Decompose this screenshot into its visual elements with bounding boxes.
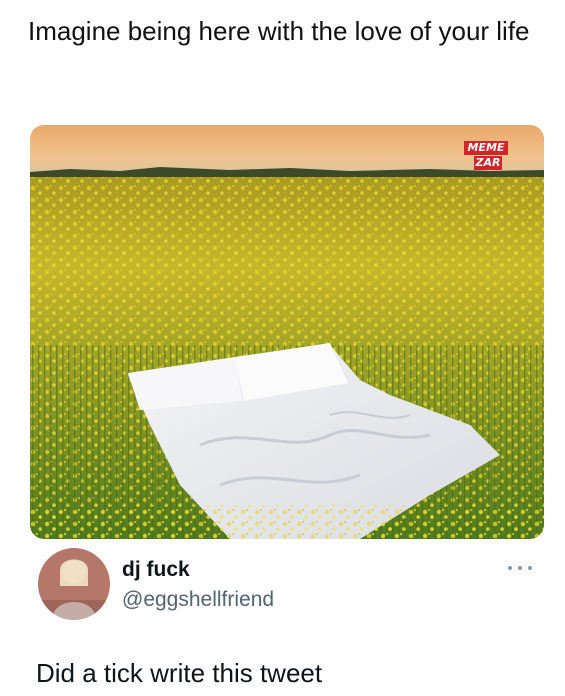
more-dots-icon[interactable] [508, 564, 532, 572]
user-handle[interactable]: @eggshellfriend [122, 588, 274, 612]
avatar-image [38, 548, 110, 620]
avatar[interactable] [38, 548, 110, 620]
watermark-line1: MEME [464, 141, 508, 155]
post-image[interactable]: MEME ZAR [30, 125, 544, 539]
tweet-text: Did a tick write this tweet [36, 658, 323, 688]
tweet[interactable]: dj fuck @eggshellfriend Did a tick write… [36, 548, 544, 696]
post-caption: Imagine being here with the love of your… [28, 16, 530, 46]
display-name[interactable]: dj fuck [122, 558, 190, 582]
watermark-line2: ZAR [474, 156, 502, 170]
field-bed-photo [30, 125, 544, 539]
memezar-watermark: MEME ZAR [464, 141, 508, 170]
